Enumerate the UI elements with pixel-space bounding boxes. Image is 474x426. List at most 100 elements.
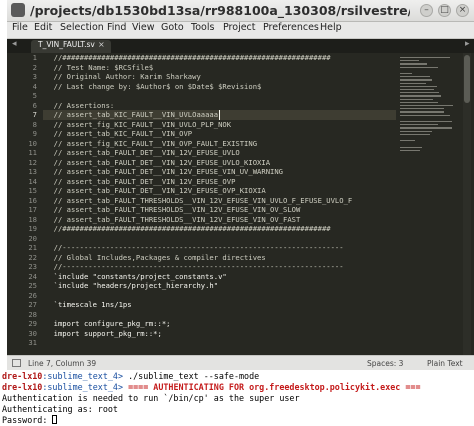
minimap-line (400, 79, 433, 81)
menu-find[interactable]: Find (107, 22, 126, 38)
minimize-button[interactable]: – (420, 4, 433, 17)
terminal-line: dre-lx10:sublime_text_4> ./sublime_text … (2, 371, 259, 382)
code-line: // assert_tab_FAULT_DET__VIN_12V_EFUSE_V… (45, 167, 283, 176)
line-number: 4 (32, 81, 37, 91)
tab-close-icon[interactable]: × (98, 40, 105, 49)
minimap-line (400, 114, 450, 116)
prompt-host: dre-lx10 (2, 382, 43, 392)
background-terminal-mark (0, 183, 7, 192)
minimap-line (400, 95, 442, 97)
line-number: 15 (28, 186, 37, 195)
code-line: //--------------------------------------… (45, 262, 344, 271)
password-label: Password: (2, 415, 53, 425)
tab-scroll-right-icon[interactable]: ▸ (465, 39, 470, 49)
menu-view[interactable]: View (132, 22, 155, 38)
menu-project[interactable]: Project (223, 22, 256, 38)
syntax-selector[interactable]: Plain Text (427, 356, 463, 370)
minimap-line (400, 149, 421, 152)
background-terminal-mark (0, 212, 7, 221)
app-icon (11, 3, 25, 17)
panel-toggle-icon[interactable] (12, 359, 21, 367)
minimap-line (400, 101, 439, 104)
background-terminal-mark (0, 356, 7, 365)
code-line: // assert_tab_KIC_FAULT__VIN_OVP (45, 129, 193, 138)
terminal-output[interactable]: dre-lx10:sublime_text_4> ./sublime_text … (0, 370, 474, 426)
status-bar: Line 7, Column 39 Spaces: 3 Plain Text (7, 355, 474, 370)
minimap-line (400, 133, 430, 136)
tab-t-vin-fault[interactable]: T_VIN_FAULT.sv × (31, 40, 111, 53)
menu-help[interactable]: Help (320, 22, 342, 38)
line-number: 14 (28, 176, 37, 186)
line-number: 26 (28, 290, 37, 300)
minimap-line (400, 146, 422, 148)
menu-preferences[interactable]: Preferences (263, 22, 319, 38)
auth-banner: ==== AUTHENTICATING FOR org.freedesktop.… (123, 382, 421, 392)
line-number: 31 (28, 338, 37, 347)
background-terminal-mark (0, 298, 7, 307)
title-bar[interactable]: /projects/db1530bd13sa/rr988100a_130308/… (7, 0, 474, 22)
code-line: import support_pkg_rm::*; (45, 328, 162, 338)
code-line: // Test Name: $RCSfile$ (45, 62, 154, 72)
minimap-line (400, 140, 415, 142)
menu-edit[interactable]: Edit (34, 22, 52, 38)
minimap[interactable] (398, 53, 460, 355)
tab-scroll-left-icon[interactable]: ◂ (12, 39, 17, 49)
line-number: 13 (28, 167, 37, 176)
code-line: // assert_tab_FAULT_THRESHOLDS__VIN_12V_… (45, 195, 353, 205)
tab-label: T_VIN_FAULT.sv (38, 40, 95, 49)
code-editor[interactable]: 1 2 3 4 5 6 7 8 9 10 11 12 13 14 15 16 17 18 19 20 21 22 23 24 2… (7, 53, 474, 355)
minimap-line (400, 57, 450, 59)
code-line: `include "headers/project_hierarchy.h" (45, 281, 219, 290)
menu-bar: File Edit Selection Find View Goto Tools… (7, 22, 474, 39)
close-button[interactable]: × (456, 4, 469, 17)
line-number: 9 (32, 129, 37, 138)
line-number: 7 (32, 110, 37, 119)
menu-tools[interactable]: Tools (191, 22, 214, 38)
code-line: import configure_pkg_rm::*; (45, 319, 171, 328)
background-terminal-mark (0, 202, 7, 211)
password-input-cursor[interactable] (52, 415, 58, 424)
line-number: 25 (28, 281, 37, 290)
menu-goto[interactable]: Goto (161, 22, 184, 38)
background-terminal-mark (0, 231, 7, 240)
minimap-line (400, 63, 427, 65)
minimap-line (400, 85, 437, 88)
minimap-line (400, 60, 419, 62)
minimap-line (400, 111, 445, 113)
line-number: 17 (28, 205, 37, 214)
code-line: // assert_tab_FAULT_DET__VIN_12V_EFUSE_U… (45, 148, 240, 157)
line-number: 22 (28, 252, 37, 262)
scrollbar-thumb[interactable] (464, 55, 470, 103)
background-terminal-mark (0, 308, 7, 317)
background-terminal-mark (0, 135, 7, 144)
background-terminal-mark (0, 327, 7, 336)
indentation-setting[interactable]: Spaces: 3 (367, 356, 403, 370)
minimap-line (400, 130, 432, 132)
menu-selection[interactable]: Selection (60, 22, 104, 38)
prompt-path: :sublime_text_4> (42, 371, 124, 381)
background-terminal-mark (0, 346, 7, 355)
line-number: 23 (28, 262, 37, 271)
code-line: // assert_tab_FAULT_DET__VIN_12V_EFUSE_O… (45, 186, 266, 195)
line-number: 10 (28, 138, 37, 148)
line-number: 6 (32, 100, 37, 110)
code-line: //--------------------------------------… (45, 243, 344, 252)
background-terminal-mark (0, 58, 7, 67)
line-number: 21 (28, 243, 37, 252)
line-number: 2 (32, 62, 37, 72)
password-prompt: Password: (2, 415, 58, 426)
line-number: 19 (28, 224, 37, 233)
background-terminal-mark (0, 144, 7, 153)
background-terminal-mark (0, 116, 7, 125)
line-number: 8 (32, 119, 37, 129)
text-caret (218, 110, 220, 120)
background-terminal-mark (0, 317, 7, 326)
minimap-line (400, 124, 439, 126)
menu-file[interactable]: File (12, 22, 28, 38)
background-terminal-mark (0, 221, 7, 230)
maximize-button[interactable]: □ (438, 4, 451, 17)
background-terminal-mark (0, 192, 7, 201)
